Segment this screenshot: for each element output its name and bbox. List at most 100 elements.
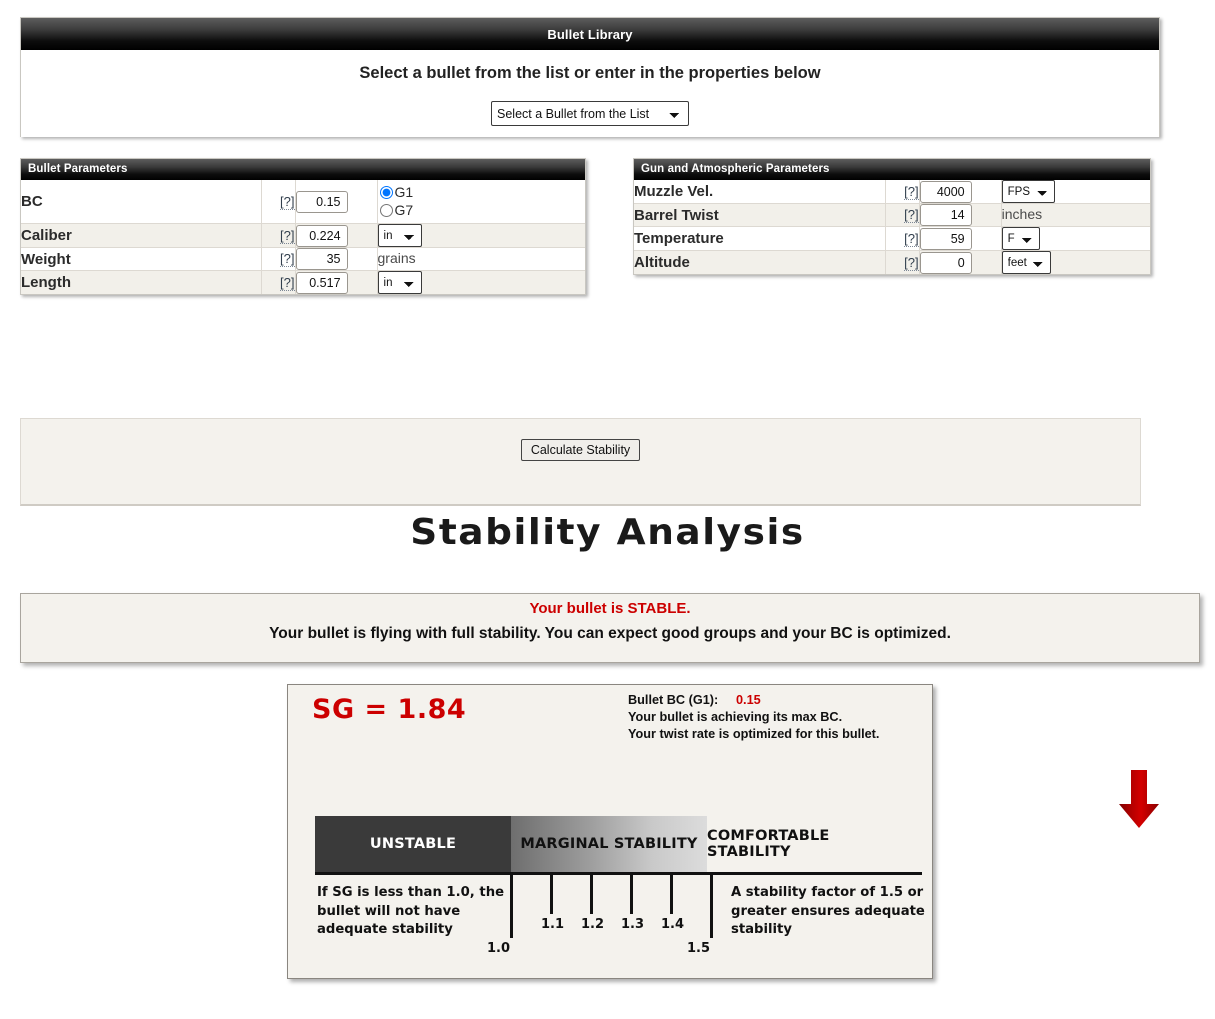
temperature-input[interactable] [919,227,972,250]
table-row: Barrel Twist [?] inches [634,203,1150,227]
muzzle-velocity-unit-select[interactable]: FPS [1001,180,1055,203]
drag-model-cell: G1 G7 [377,180,585,224]
help-icon[interactable]: [?] [904,207,919,224]
tick-mark-1-5 [710,874,713,938]
help-icon[interactable]: [?] [280,194,295,210]
value-cell [295,223,378,248]
unit-cell: inches [1001,203,1150,227]
gun-parameters-title: Gun and Atmospheric Parameters [634,159,1150,180]
param-label-muzzle-vel: Muzzle Vel. [634,180,886,204]
radio-g1-label: G1 [394,184,414,200]
radio-g7-label: G7 [394,201,414,218]
tick-label-1-4: 1.4 [661,917,685,932]
tick-label-1-1: 1.1 [541,917,565,932]
unit-cell: grains [377,247,585,271]
gun-parameters-table: Muzzle Vel. [?] FPS Barrel Twist [?] [634,180,1150,274]
help-cell: [?] [261,247,296,271]
tick-mark-1-2 [590,874,593,914]
tick-label-1-5: 1.5 [687,941,711,956]
calculate-stability-button[interactable]: Calculate Stability [520,439,641,461]
bc-value: 0.15 [736,693,761,707]
weight-unit-label: grains [377,250,416,266]
table-row: Caliber [?] in [21,223,585,248]
sg-indicator-arrow-icon [1119,770,1159,828]
altitude-unit-select[interactable]: feet [1001,251,1051,274]
temperature-unit-select[interactable]: F [1001,227,1040,250]
tick-mark-1-1 [550,874,553,914]
bullet-library-body: Select a bullet from the list or enter i… [21,50,1159,137]
bc-line-2: Your bullet is achieving its max BC. [628,709,843,724]
unit-cell: feet [1001,251,1150,274]
value-cell [295,180,378,224]
radio-g1-input[interactable] [379,186,393,200]
bc-line-1: Bullet BC (G1): 0.15 [628,692,879,709]
bc-info-block: Bullet BC (G1): 0.15 Your bullet is achie… [628,692,879,742]
tick-label-1-0: 1.0 [487,941,511,956]
tick-mark-1-4 [670,874,673,914]
value-cell [919,226,1002,251]
bullet-library-panel: Bullet Library Select a bullet from the … [20,17,1160,137]
bullet-select[interactable]: Select a Bullet from the List [491,101,689,126]
gun-parameters-panel: Gun and Atmospheric Parameters Muzzle Ve… [633,158,1151,275]
caliber-unit-select[interactable]: in [377,224,422,247]
unit-cell: F [1001,226,1150,251]
stability-graphic-panel: SG = 1.84 Bullet BC (G1): 0.15 Your bulle… [287,684,1159,979]
radio-g7[interactable]: G7 [379,201,585,220]
bullet-parameters-panel: Bullet Parameters BC [?] G1 [20,158,586,295]
radio-g1[interactable]: G1 [379,184,585,202]
segment-marginal: MARGINAL STABILITY [511,816,707,872]
help-cell: [?] [885,226,920,251]
table-row: BC [?] G1 G7 [21,180,585,224]
param-label-temperature: Temperature [634,226,886,251]
note-unstable: If SG is less than 1.0, the bullet will … [317,885,505,938]
help-icon[interactable]: [?] [280,275,295,291]
help-icon[interactable]: [?] [904,255,919,271]
barrel-twist-unit-label: inches [1001,206,1043,222]
table-row: Length [?] in [21,270,585,294]
help-icon[interactable]: [?] [904,231,919,247]
page-root: Bullet Library Select a bullet from the … [0,0,1215,1019]
help-cell: [?] [885,250,920,274]
help-cell: [?] [261,180,296,224]
value-cell [295,247,378,271]
sg-value: SG = 1.84 [312,694,467,725]
param-label-caliber: Caliber [21,223,262,248]
param-label-altitude: Altitude [634,250,886,274]
stability-bar: UNSTABLE MARGINAL STABILITY COMFORTABLE … [315,816,915,872]
unit-cell: FPS [1001,180,1150,204]
calculate-strip: Calculate Stability [20,418,1141,506]
length-unit-select[interactable]: in [377,271,422,294]
note-comfortable: A stability factor of 1.5 or greater ens… [731,885,925,938]
param-label-barrel-twist: Barrel Twist [634,203,886,227]
length-input[interactable] [295,271,348,294]
scale-axis-line [315,872,922,875]
value-cell [919,180,1002,204]
caliber-input[interactable] [295,224,348,247]
unit-cell: in [377,223,585,248]
drag-model-group: G1 G7 [378,180,585,223]
bc-line-3: Your twist rate is optimized for this bu… [628,726,880,741]
help-icon[interactable]: [?] [280,251,295,268]
barrel-twist-input[interactable] [919,204,972,226]
help-cell: [?] [261,223,296,248]
help-cell: [?] [885,180,920,204]
bullet-parameters-title: Bullet Parameters [21,159,585,180]
tick-label-1-2: 1.2 [581,917,605,932]
stability-bar-segments: UNSTABLE MARGINAL STABILITY COMFORTABLE … [315,816,915,872]
help-cell: [?] [885,203,920,227]
tick-mark-1-3 [630,874,633,914]
param-label-length: Length [21,270,262,294]
radio-g7-input[interactable] [379,203,393,217]
altitude-input[interactable] [919,251,972,274]
value-cell [919,250,1002,274]
bullet-library-title: Bullet Library [21,18,1159,50]
bc-label: Bullet BC (G1): [628,693,719,707]
help-icon[interactable]: [?] [280,228,295,244]
bc-input[interactable] [295,190,348,213]
weight-input[interactable] [295,248,348,270]
help-icon[interactable]: [?] [904,184,919,200]
segment-unstable: UNSTABLE [315,816,511,872]
table-row: Temperature [?] F [634,226,1150,251]
muzzle-velocity-input[interactable] [919,180,972,203]
page-title: Stability Analysis [410,512,805,553]
